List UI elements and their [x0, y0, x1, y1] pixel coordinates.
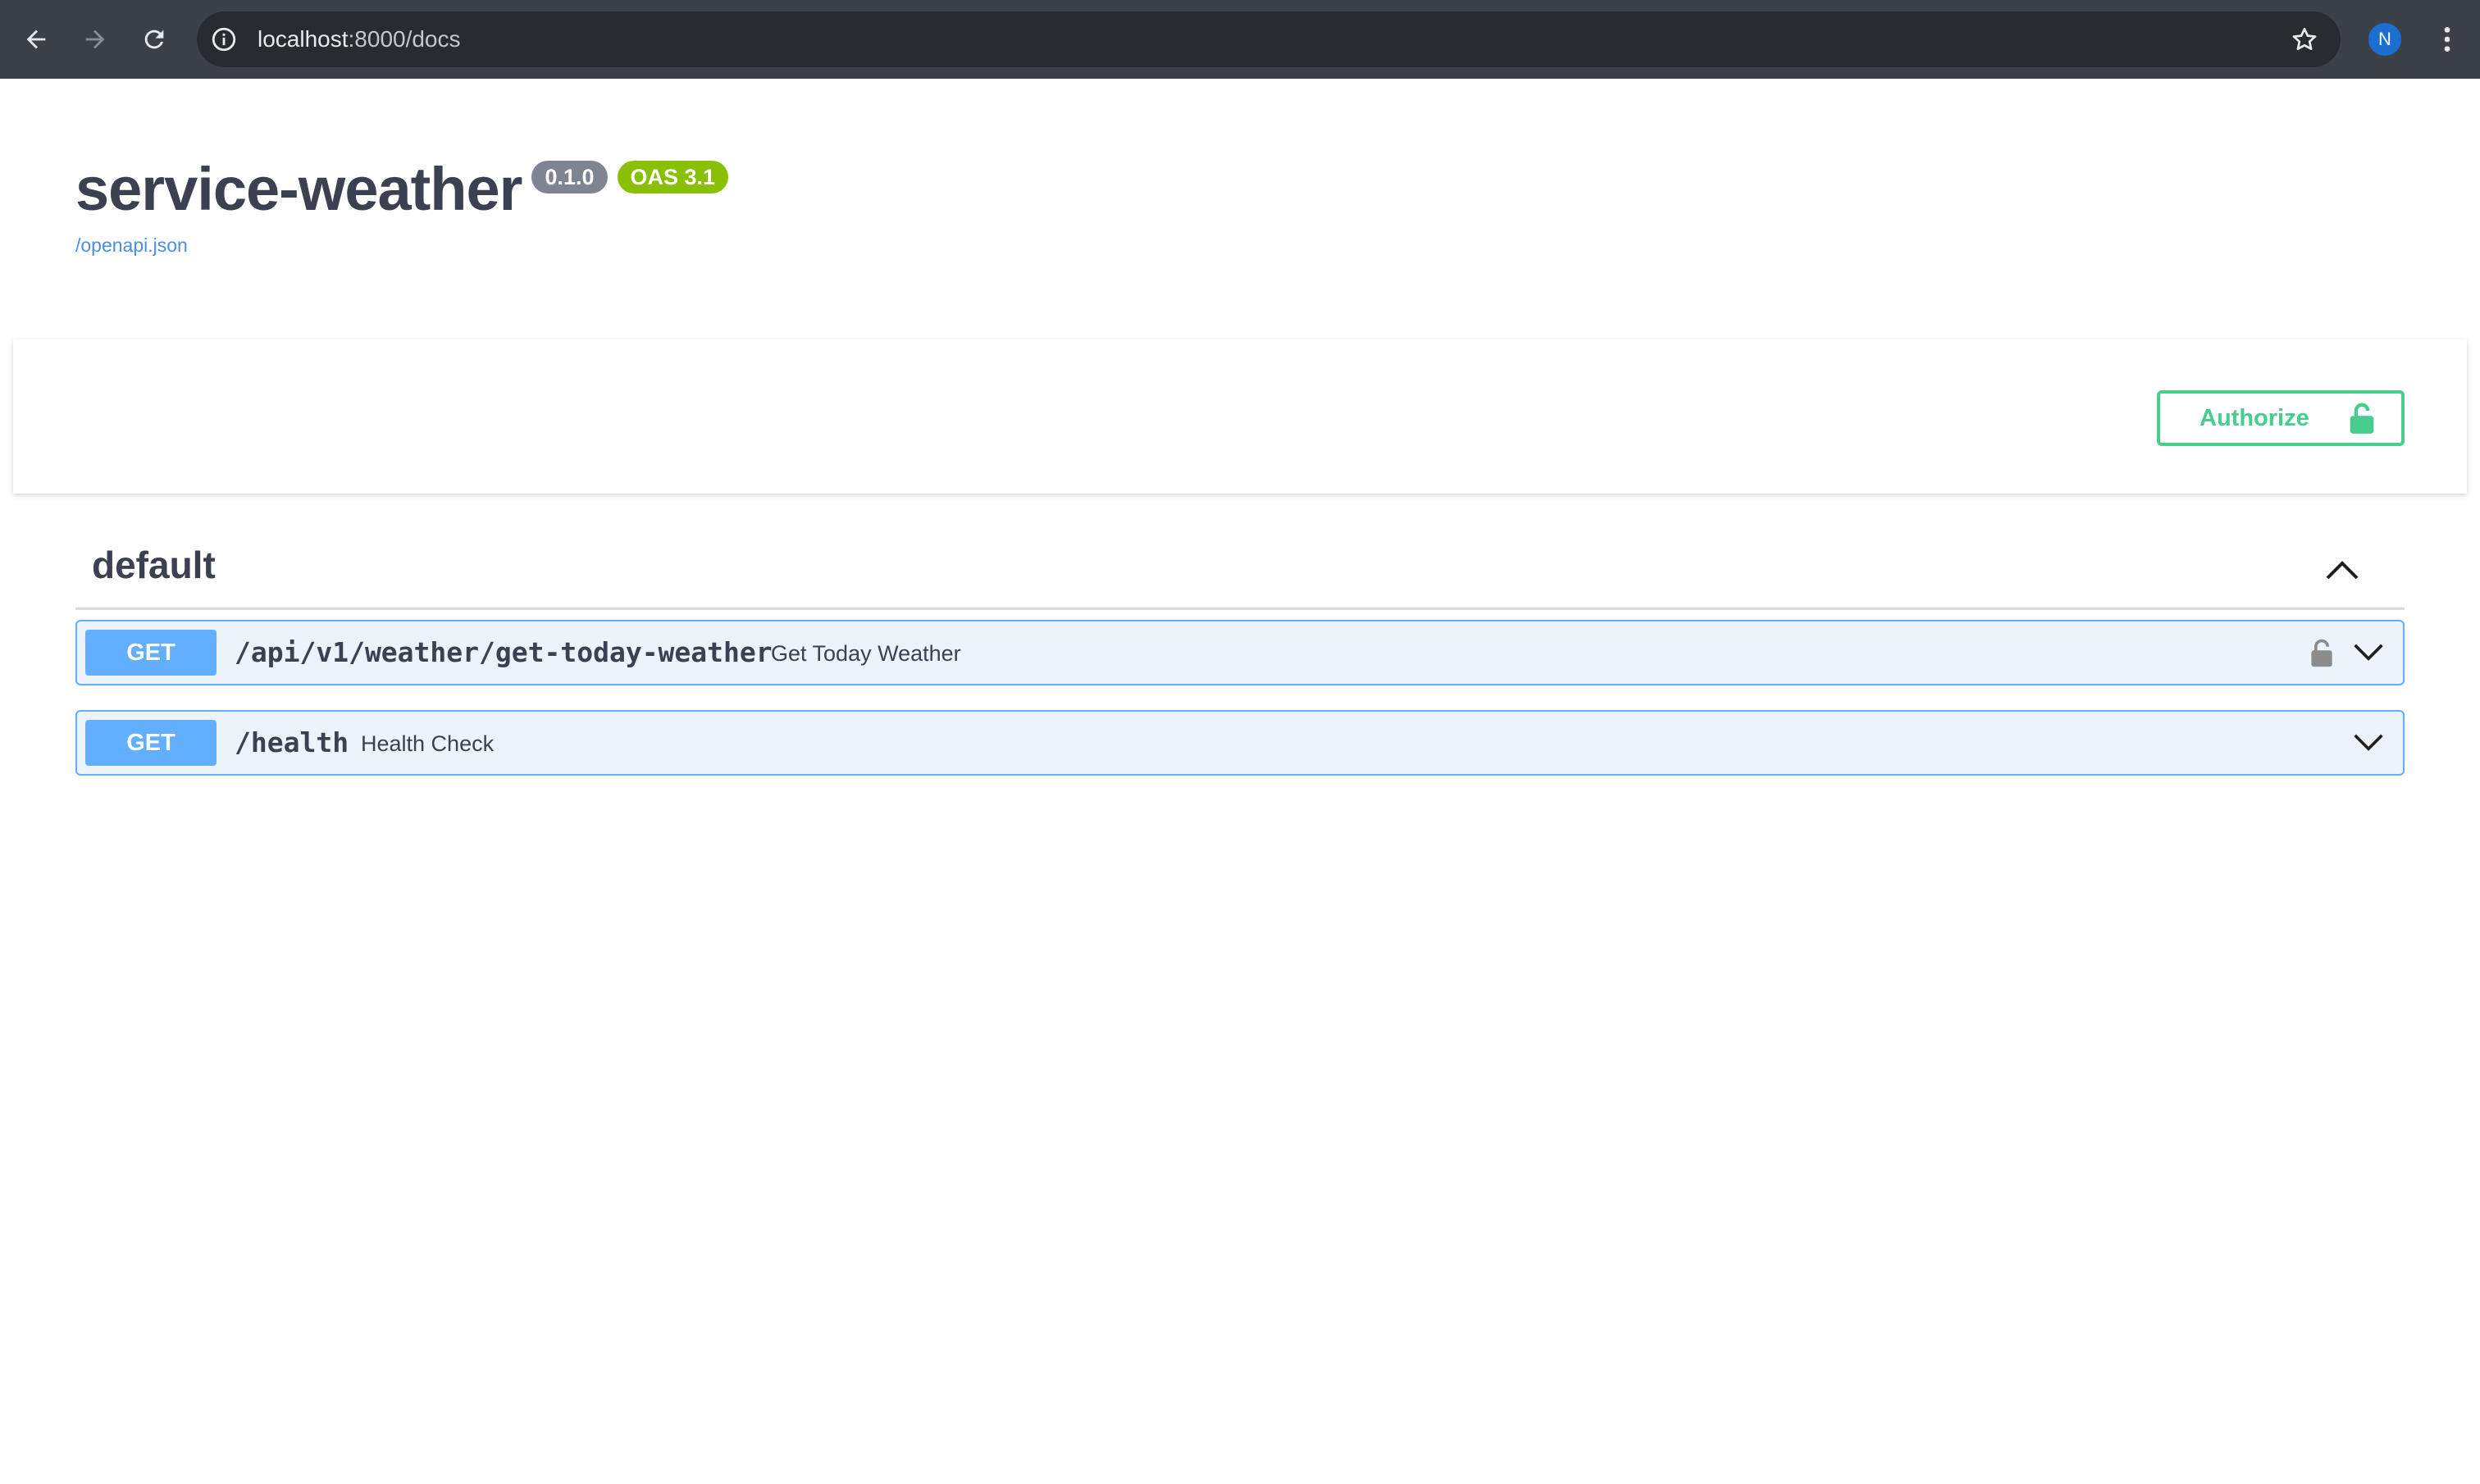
reload-button[interactable] [134, 20, 174, 59]
url-text[interactable]: localhost:8000/docs [258, 11, 461, 67]
operation-path: /health [235, 726, 349, 758]
tag-name: default [92, 544, 216, 586]
unlocked-lock-icon [2350, 403, 2374, 434]
api-info: service-weather 0.1.0 OAS 3.1 [75, 154, 729, 225]
version-badge: 0.1.0 [531, 161, 608, 193]
address-bar[interactable]: localhost:8000/docs [197, 11, 2341, 67]
browser-toolbar: localhost:8000/docs N [0, 0, 2480, 79]
info-icon[interactable] [210, 25, 238, 53]
url-path: :8000/docs [348, 26, 461, 52]
scheme-container [13, 339, 2467, 494]
reload-icon [144, 30, 164, 49]
arrow-left-icon [26, 30, 46, 49]
arrow-right-icon [85, 30, 105, 49]
method-badge: GET [85, 720, 217, 766]
openapi-spec-link[interactable]: /openapi.json [75, 234, 188, 257]
operation-summary: Health Check [361, 731, 495, 756]
chevron-up-icon[interactable] [2324, 556, 2360, 584]
operation-get-today-weather[interactable]: GET /api/v1/weather/get-today-weather Ge… [75, 620, 2405, 685]
method-badge: GET [85, 630, 217, 676]
lock-icon[interactable] [2309, 638, 2334, 667]
chevron-down-icon[interactable] [2352, 730, 2385, 756]
operation-health[interactable]: GET /health Health Check [75, 710, 2405, 776]
star-icon[interactable] [2290, 25, 2319, 54]
forward-button[interactable] [75, 20, 115, 59]
tag-section-header[interactable]: default [75, 536, 2405, 610]
chevron-down-icon[interactable] [2352, 640, 2385, 666]
authorize-label: Authorize [2200, 405, 2309, 431]
profile-avatar[interactable]: N [2368, 23, 2401, 56]
url-host: localhost [258, 26, 349, 52]
back-button[interactable] [16, 20, 56, 59]
oas-badge: OAS 3.1 [617, 161, 729, 193]
authorize-button[interactable]: Authorize [2157, 390, 2405, 446]
operation-summary: Get Today Weather [771, 641, 961, 666]
kebab-menu-icon[interactable] [2431, 23, 2464, 56]
operation-path: /api/v1/weather/get-today-weather [235, 636, 773, 668]
page-title: service-weather [75, 155, 522, 223]
